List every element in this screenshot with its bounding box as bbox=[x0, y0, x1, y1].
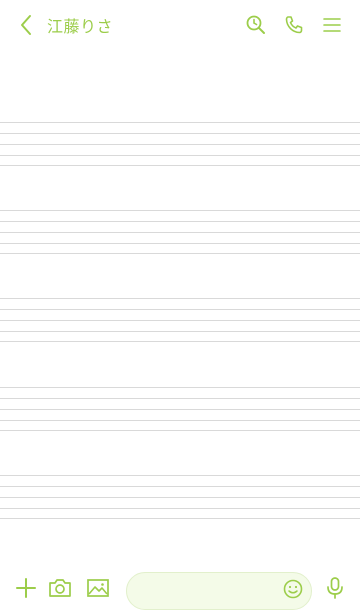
staff-lines bbox=[0, 475, 360, 519]
chevron-left-icon bbox=[19, 14, 33, 40]
smiley-icon bbox=[282, 578, 304, 604]
staff-line bbox=[0, 497, 360, 498]
staff-line bbox=[0, 210, 360, 211]
image-icon bbox=[86, 577, 110, 603]
microphone-icon bbox=[324, 576, 346, 604]
staff-line bbox=[0, 144, 360, 145]
chat-title: 江藤りさ bbox=[47, 17, 114, 36]
add-button[interactable] bbox=[12, 576, 40, 604]
menu-button[interactable] bbox=[319, 14, 345, 40]
plus-icon bbox=[15, 577, 37, 603]
staff-line bbox=[0, 420, 360, 421]
voice-button[interactable] bbox=[321, 576, 349, 604]
search-icon bbox=[245, 14, 267, 40]
staff-line bbox=[0, 409, 360, 410]
staff-lines bbox=[0, 298, 360, 342]
staff-line bbox=[0, 430, 360, 431]
emoji-button[interactable] bbox=[281, 579, 305, 603]
back-button[interactable] bbox=[14, 14, 38, 40]
phone-icon bbox=[283, 14, 305, 40]
camera-icon bbox=[48, 577, 72, 603]
staff-line bbox=[0, 331, 360, 332]
staff-line bbox=[0, 243, 360, 244]
staff-line bbox=[0, 341, 360, 342]
staff-line bbox=[0, 320, 360, 321]
staff-line bbox=[0, 253, 360, 254]
staff-line bbox=[0, 221, 360, 222]
call-button[interactable] bbox=[281, 14, 307, 40]
staff-line bbox=[0, 475, 360, 476]
camera-button[interactable] bbox=[46, 576, 74, 604]
staff-line bbox=[0, 398, 360, 399]
staff-lines bbox=[0, 387, 360, 431]
staff-line bbox=[0, 309, 360, 310]
staff-line bbox=[0, 486, 360, 487]
chat-header: 江藤りさ bbox=[0, 0, 360, 54]
staff-line bbox=[0, 155, 360, 156]
staff-line bbox=[0, 387, 360, 388]
image-button[interactable] bbox=[84, 576, 112, 604]
staff-line bbox=[0, 122, 360, 123]
staff-lines bbox=[0, 210, 360, 254]
staff-line bbox=[0, 232, 360, 233]
staff-line bbox=[0, 133, 360, 134]
staff-lines bbox=[0, 122, 360, 166]
staff-line bbox=[0, 298, 360, 299]
staff-line bbox=[0, 508, 360, 509]
menu-icon bbox=[322, 16, 342, 38]
staff-line bbox=[0, 165, 360, 166]
staff-line bbox=[0, 518, 360, 519]
message-bar bbox=[0, 566, 360, 616]
message-input[interactable] bbox=[126, 572, 312, 610]
search-button[interactable] bbox=[243, 14, 269, 40]
